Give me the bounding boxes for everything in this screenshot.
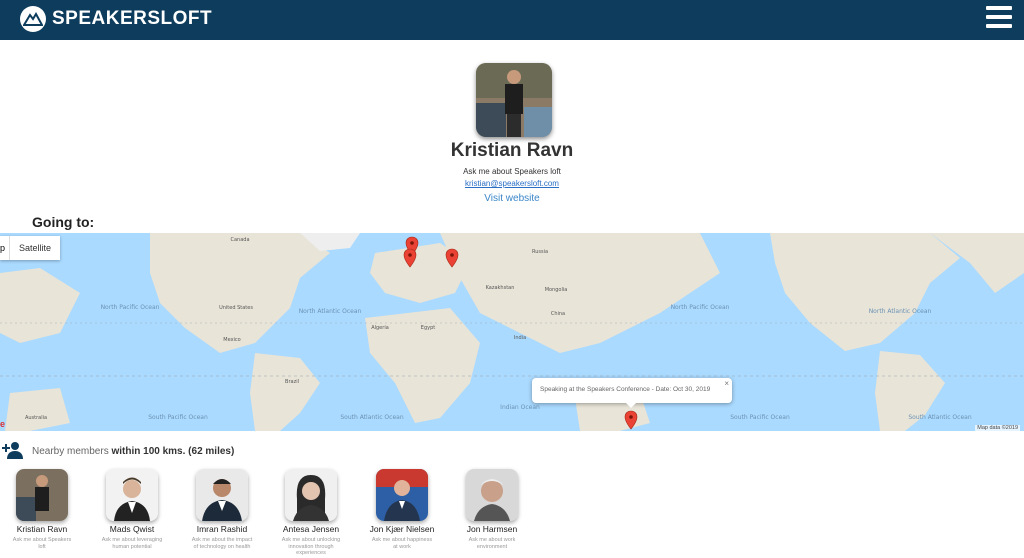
member-about: Ask me about leveraging human potential [101, 537, 163, 550]
visit-website-link[interactable]: Visit website [0, 193, 1024, 204]
member-avatar [466, 469, 518, 521]
going-to-heading: Going to: [32, 214, 95, 230]
nearby-radius: within 100 kms. (62 miles) [111, 446, 235, 457]
map-label-australia: Australia [25, 415, 47, 421]
member-about: Ask me about unlocking innovation throug… [281, 537, 341, 556]
member-name: Kristian Ravn [16, 524, 68, 534]
top-navbar: SPEAKERSLOFT [0, 0, 1024, 40]
map-label-north-atlantic: North Atlantic Ocean [299, 308, 362, 315]
map-label-south-atlantic: South Atlantic Ocean [340, 414, 403, 421]
map-type-control: p Satellite [0, 236, 61, 260]
profile-about: Ask me about Speakers loft [463, 167, 561, 176]
map-label-algeria: Algeria [371, 325, 389, 331]
member-avatar [196, 469, 248, 521]
map-label-mexico: Mexico [223, 337, 240, 343]
map-label-canada: Canada [230, 237, 249, 243]
member-name: Mads Qwist [109, 524, 155, 534]
map-label-china: China [551, 311, 565, 317]
map-logo-fragment[interactable]: e [0, 419, 5, 429]
profile-email-link[interactable]: kristian@speakersloft.com [465, 179, 559, 188]
member-avatar [376, 469, 428, 521]
nearby-prefix: Nearby members [32, 446, 109, 457]
map-label-russia: Russia [532, 249, 548, 255]
close-icon[interactable]: × [724, 379, 729, 388]
member-avatar [16, 469, 68, 521]
member-card[interactable]: Kristian Ravn Ask me about Speakers loft [0, 469, 87, 550]
map-label-india: India [514, 335, 526, 341]
member-about: Ask me about happiness at work [371, 537, 433, 550]
member-avatar [106, 469, 158, 521]
add-person-icon [2, 441, 24, 464]
member-name: Antesa Jensen [282, 524, 340, 534]
map-canvas: North Pacific Ocean North Atlantic Ocean… [0, 233, 1024, 431]
member-card[interactable]: Mads Qwist Ask me about leveraging human… [87, 469, 177, 550]
logo-mountain-icon [20, 6, 46, 32]
map-info-window: Speaking at the Speakers Conference - Da… [532, 378, 732, 408]
map-attribution[interactable]: Map data ©2019 [975, 425, 1020, 431]
world-map[interactable]: North Pacific Ocean North Atlantic Ocean… [0, 233, 1024, 431]
map-type-map-tab[interactable]: p [0, 236, 9, 260]
profile-email-wrap: kristian@speakersloft.com [0, 179, 1024, 188]
info-window-text: Speaking at the Speakers Conference - Da… [540, 386, 711, 393]
member-avatar [285, 469, 337, 521]
nearby-members-label: Nearby members within 100 kms. (62 miles… [32, 446, 234, 457]
info-window-tail [626, 403, 636, 408]
map-label-brazil: Brazil [285, 379, 299, 385]
member-about: Ask me about the impact of technology on… [191, 537, 253, 550]
member-about: Ask me about Speakers loft [12, 537, 72, 550]
map-label-north-pacific: North Pacific Ocean [101, 304, 160, 311]
brand-logo[interactable]: SPEAKERSLOFT [20, 6, 212, 32]
member-name: Jon Kjær Nielsen [369, 524, 435, 534]
map-label-south-pacific-2: South Pacific Ocean [730, 414, 790, 421]
member-card[interactable]: Antesa Jensen Ask me about unlocking inn… [266, 469, 356, 557]
map-label-united-states: United States [219, 305, 253, 311]
member-name: Imran Rashid [196, 524, 248, 534]
map-label-north-atlantic-2: North Atlantic Ocean [869, 308, 932, 315]
member-card[interactable]: Jon Kjær Nielsen Ask me about happiness … [357, 469, 447, 550]
profile-avatar [476, 63, 552, 137]
hamburger-icon[interactable] [986, 6, 1012, 32]
brand-name: SPEAKERSLOFT [52, 8, 213, 29]
map-label-kazakhstan: Kazakhstan [486, 285, 515, 291]
map-label-south-pacific: South Pacific Ocean [148, 414, 208, 421]
member-card[interactable]: Jon Harmsen Ask me about work environmen… [447, 469, 537, 550]
map-label-egypt: Egypt [421, 325, 435, 331]
member-card[interactable]: Imran Rashid Ask me about the impact of … [177, 469, 267, 550]
map-label-south-atlantic-2: South Atlantic Ocean [908, 414, 971, 421]
map-label-mongolia: Mongolia [545, 287, 568, 293]
map-label-indian-ocean: Indian Ocean [500, 404, 540, 411]
map-type-satellite-tab[interactable]: Satellite [9, 236, 60, 260]
member-name: Jon Harmsen [466, 524, 518, 534]
profile-name: Kristian Ravn [450, 140, 574, 161]
member-about: Ask me about work environment [468, 537, 516, 550]
map-label-north-pacific-2: North Pacific Ocean [671, 304, 730, 311]
